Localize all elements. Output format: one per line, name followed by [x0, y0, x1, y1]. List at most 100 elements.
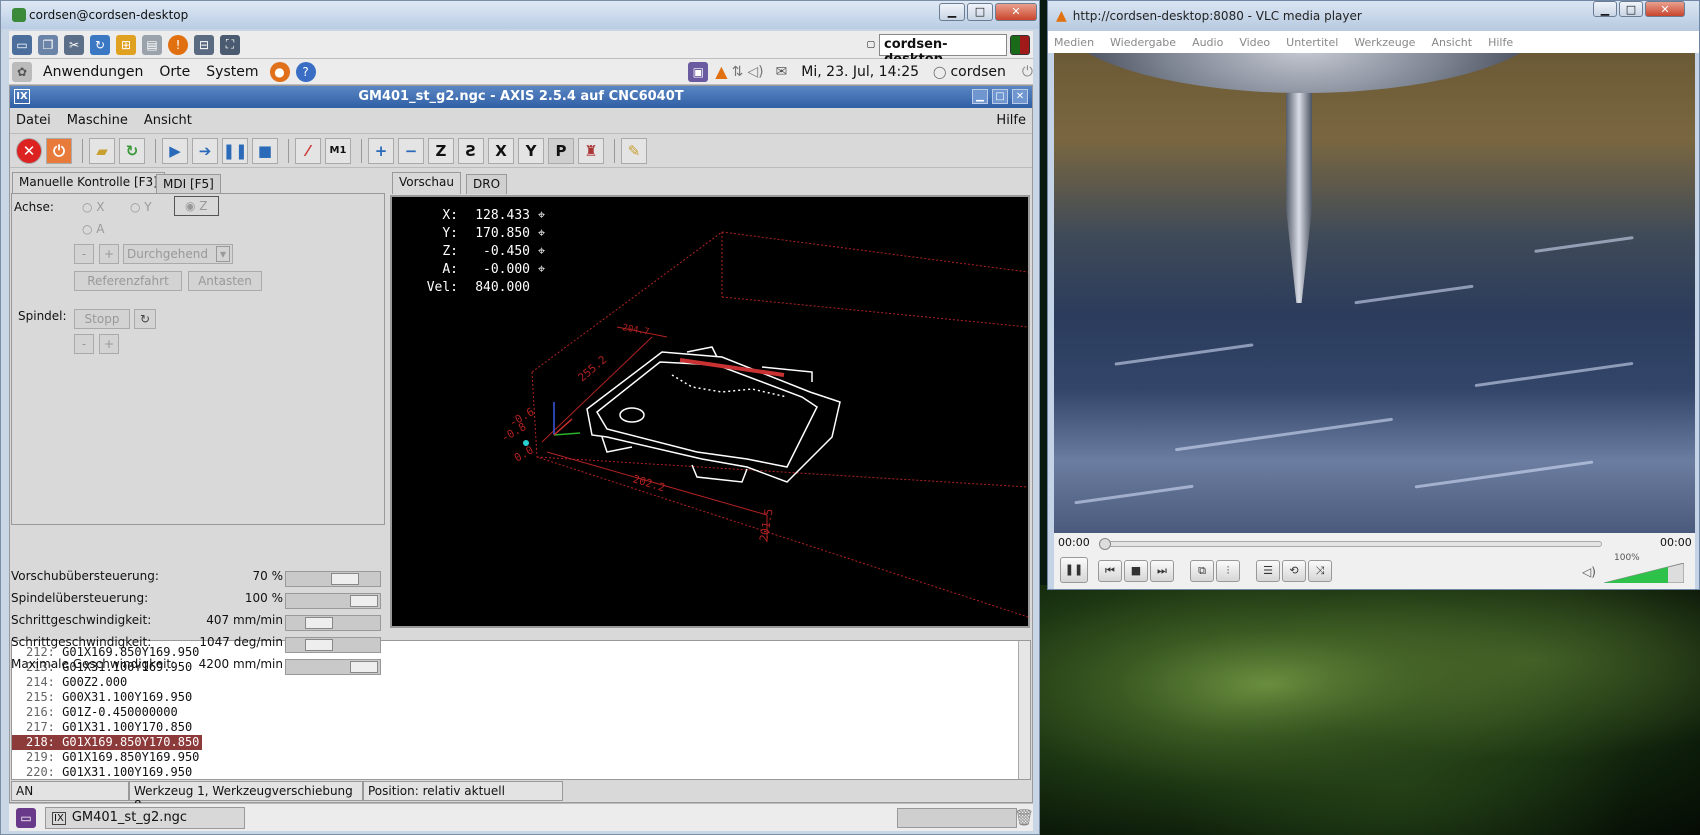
- slider-thumb[interactable]: [331, 573, 359, 585]
- slider-thumb[interactable]: [350, 595, 378, 607]
- menu-hilfe[interactable]: Hilfe: [996, 113, 1026, 128]
- volume-slider[interactable]: [1603, 562, 1685, 584]
- home-button[interactable]: Referenzfahrt: [74, 271, 182, 291]
- clock[interactable]: Mi, 23. Jul, 14:25: [801, 64, 919, 80]
- override-slider[interactable]: [285, 615, 381, 631]
- gcode-line[interactable]: 217: G01X31.100Y170.850: [12, 720, 1030, 735]
- spindle-stop-button[interactable]: Stopp: [74, 309, 130, 329]
- optional-stop-icon[interactable]: M1: [325, 137, 351, 164]
- video-stream[interactable]: [1054, 53, 1695, 533]
- menu-orte[interactable]: Orte: [159, 64, 190, 80]
- vlc-maximize-button[interactable]: □: [1619, 1, 1643, 17]
- axis-close-button[interactable]: ✕: [1012, 89, 1028, 104]
- vlc-menu-item[interactable]: Wiedergabe: [1110, 36, 1176, 49]
- workspace-switcher[interactable]: [897, 808, 1017, 828]
- spindle-plus-button[interactable]: +: [99, 334, 119, 354]
- spindle-minus-button[interactable]: -: [74, 334, 94, 354]
- vlc-minimize-button[interactable]: ▁: [1593, 1, 1617, 17]
- view-p-icon[interactable]: P: [548, 137, 574, 164]
- monitor-icon[interactable]: ▣: [688, 61, 709, 82]
- previous-button[interactable]: ⏮: [1098, 560, 1122, 582]
- zoom-out-icon[interactable]: −: [398, 137, 424, 164]
- jog-plus-button[interactable]: +: [99, 244, 119, 264]
- close-button[interactable]: ✕: [995, 3, 1037, 21]
- pause-button[interactable]: ❚❚: [1060, 557, 1088, 583]
- firefox-icon[interactable]: ●: [269, 61, 290, 82]
- axis-minimize-button[interactable]: ▁: [972, 89, 988, 104]
- user-name[interactable]: cordsen: [950, 64, 1005, 80]
- reload-icon[interactable]: ↻: [119, 137, 145, 164]
- override-slider[interactable]: [285, 571, 381, 587]
- show-desktop-icon[interactable]: ▭: [16, 808, 36, 828]
- menu-maschine[interactable]: Maschine: [67, 113, 128, 128]
- fullscreen-button[interactable]: ⧉: [1190, 560, 1214, 582]
- open-file-icon[interactable]: ▰: [89, 137, 115, 164]
- view-z2-icon[interactable]: Ƨ: [458, 137, 484, 164]
- vlc-menu-item[interactable]: Untertitel: [1286, 36, 1338, 49]
- hostname-field[interactable]: cordsen-desktop: [879, 33, 1007, 67]
- refresh-icon[interactable]: ↻: [90, 34, 110, 55]
- axis-maximize-button[interactable]: □: [992, 89, 1008, 104]
- stop-button[interactable]: ■: [1124, 560, 1148, 582]
- tools-icon[interactable]: ✂: [64, 34, 84, 55]
- jog-minus-button[interactable]: -: [74, 244, 94, 264]
- tab-vorschau[interactable]: Vorschau: [392, 172, 461, 194]
- override-slider[interactable]: [285, 659, 381, 675]
- slider-thumb[interactable]: [350, 661, 378, 673]
- vlc-menu-item[interactable]: Audio: [1192, 36, 1223, 49]
- view-x-icon[interactable]: X: [488, 137, 514, 164]
- jog-mode-select[interactable]: Durchgehend ▾: [123, 244, 233, 264]
- pause-icon[interactable]: ❚❚: [222, 137, 248, 164]
- vlc-menu-item[interactable]: Video: [1239, 36, 1270, 49]
- rotate-view-icon[interactable]: ♜: [578, 137, 604, 164]
- vlc-tray-icon[interactable]: ▲: [715, 62, 727, 81]
- tab-dro[interactable]: DRO: [466, 174, 508, 194]
- extended-settings-button[interactable]: ⫶: [1216, 560, 1240, 582]
- axis-radio-y[interactable]: ○ Y: [130, 200, 152, 214]
- gcode-line[interactable]: 218: G01X169.850Y170.850: [12, 735, 202, 750]
- axis-radio-a[interactable]: ○ A: [82, 222, 105, 236]
- gcode-line[interactable]: 219: G01X169.850Y169.950: [12, 750, 1030, 765]
- gcode-scrollbar[interactable]: [1018, 641, 1030, 779]
- shuffle-button[interactable]: ⤨: [1308, 560, 1332, 582]
- stop-icon[interactable]: ■: [252, 137, 278, 164]
- drive-icon[interactable]: ▤: [142, 34, 162, 55]
- machine-power-icon[interactable]: ⏻: [46, 137, 72, 164]
- axis-radio-x[interactable]: ○ X: [82, 200, 105, 214]
- menu-datei[interactable]: Datei: [16, 113, 51, 128]
- run-icon[interactable]: ▶: [162, 137, 188, 164]
- power-icon[interactable]: ⏻: [1022, 64, 1033, 80]
- help-icon[interactable]: ?: [295, 61, 316, 82]
- step-icon[interactable]: ➔: [192, 137, 218, 164]
- seek-bar[interactable]: [1099, 538, 1602, 550]
- axis-radio-z[interactable]: ◉ Z: [174, 196, 219, 216]
- estop-icon[interactable]: ✕: [16, 137, 42, 164]
- windows-icon[interactable]: ❐: [38, 34, 58, 55]
- block-delete-icon[interactable]: ⁄: [295, 137, 321, 164]
- gcode-line[interactable]: 220: G01X31.100Y169.950: [12, 765, 1030, 780]
- minimize-button[interactable]: ▁: [939, 3, 965, 21]
- tab-manual[interactable]: Manuelle Kontrolle [F3]: [12, 172, 165, 194]
- zoom-in-icon[interactable]: +: [368, 137, 394, 164]
- gcode-line[interactable]: 215: G00X31.100Y169.950: [12, 690, 1030, 705]
- speaker-icon[interactable]: ◁): [1582, 565, 1596, 579]
- volume-icon[interactable]: ◁): [747, 64, 763, 80]
- view-z-icon[interactable]: Z: [428, 137, 454, 164]
- terminal-icon[interactable]: ▭: [12, 34, 32, 55]
- vlc-menu-item[interactable]: Werkzeuge: [1354, 36, 1415, 49]
- override-slider[interactable]: [285, 637, 381, 653]
- vlc-menu-item[interactable]: Hilfe: [1488, 36, 1513, 49]
- tab-mdi[interactable]: MDI [F5]: [156, 174, 221, 194]
- vlc-close-button[interactable]: ✕: [1645, 1, 1685, 17]
- gcode-line[interactable]: 216: G01Z-0.450000000: [12, 705, 1030, 720]
- spindle-rotate-icon[interactable]: ↻: [134, 309, 156, 329]
- view-y-icon[interactable]: Y: [518, 137, 544, 164]
- network-icon[interactable]: ⊟: [194, 34, 214, 55]
- taskbar-item-axis[interactable]: IX GM401_st_g2.ngc: [45, 807, 245, 829]
- menu-system[interactable]: System: [206, 64, 258, 80]
- menu-anwendungen[interactable]: Anwendungen: [43, 64, 143, 80]
- preview-canvas[interactable]: X: 128.433 ⌖ Y: 170.850 ⌖ Z: -0.450 ⌖ A: -0.000…: [390, 195, 1030, 628]
- vlc-menu-item[interactable]: Medien: [1054, 36, 1094, 49]
- trash-icon[interactable]: 🗑: [1014, 808, 1034, 827]
- clear-plot-icon[interactable]: ✎: [621, 137, 647, 164]
